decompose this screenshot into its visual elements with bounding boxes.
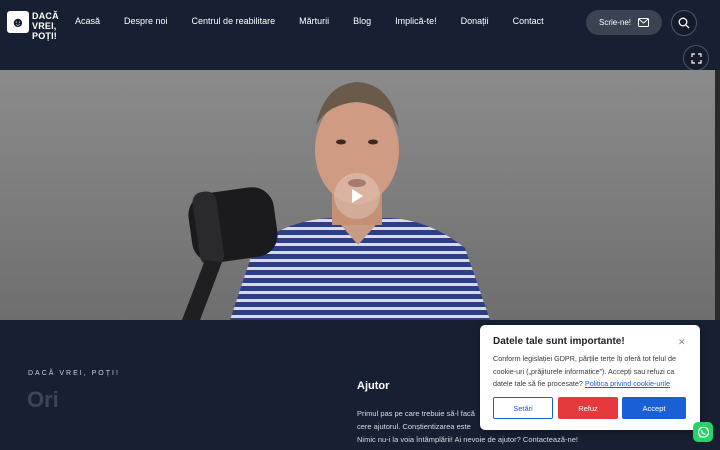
- nav-item-donatii[interactable]: Donații: [461, 16, 489, 26]
- main-nav: Acasă Despre noi Centrul de reabilitare …: [75, 16, 568, 26]
- fullscreen-button[interactable]: [683, 45, 709, 71]
- subscribe-label: Scrie-ne!: [598, 18, 631, 27]
- subscribe-button[interactable]: Scrie-ne!: [586, 10, 662, 35]
- whatsapp-icon: [697, 426, 709, 438]
- help-title: Ajutor: [357, 380, 390, 392]
- site-header: ☻ DACĂ VREI, POȚI! Acasă Despre noi Cent…: [0, 0, 720, 71]
- video-scrollbar[interactable]: [715, 70, 720, 320]
- nav-item-centrul-de-reabilitare[interactable]: Centrul de reabilitare: [192, 16, 276, 26]
- section-eyebrow: DACĂ VREI, POȚI!: [28, 370, 120, 377]
- section-heading: Ori: [27, 387, 59, 412]
- whatsapp-button[interactable]: [693, 422, 713, 442]
- search-button[interactable]: [671, 10, 697, 36]
- help-line-3: Nimic nu-i la voia întâmplării! Ai nevoi…: [357, 435, 578, 444]
- play-button[interactable]: [334, 173, 380, 219]
- play-icon: [352, 189, 363, 203]
- cookie-settings-button[interactable]: Setări: [493, 397, 553, 419]
- cookie-policy-link[interactable]: Politica privind cookie-urile: [585, 379, 670, 388]
- cookie-consent-dialog: Datele tale sunt importante! ✕ Conform l…: [480, 325, 700, 430]
- nav-item-marturii[interactable]: Mărturii: [299, 16, 329, 26]
- nav-item-blog[interactable]: Blog: [353, 16, 371, 26]
- site-logo[interactable]: ☻ DACĂ VREI, POȚI!: [7, 11, 84, 41]
- nav-item-acasa[interactable]: Acasă: [75, 16, 100, 26]
- nav-item-despre-noi[interactable]: Despre noi: [124, 16, 168, 26]
- cookie-refuse-button[interactable]: Refuz: [558, 397, 618, 419]
- mail-icon: [638, 18, 649, 27]
- nav-item-contact[interactable]: Contact: [513, 16, 544, 26]
- video-player[interactable]: [0, 70, 715, 320]
- search-icon: [678, 17, 690, 29]
- cookie-accept-button[interactable]: Accept: [622, 397, 686, 419]
- logo-icon: ☻: [7, 11, 29, 33]
- cookie-text: Conform legislației GDPR, părțile terțe …: [493, 353, 689, 391]
- close-icon[interactable]: ✕: [678, 337, 686, 348]
- cookie-title: Datele tale sunt importante!: [493, 336, 625, 347]
- fullscreen-icon: [690, 52, 702, 64]
- nav-item-implica-te[interactable]: Implică-te!: [395, 16, 437, 26]
